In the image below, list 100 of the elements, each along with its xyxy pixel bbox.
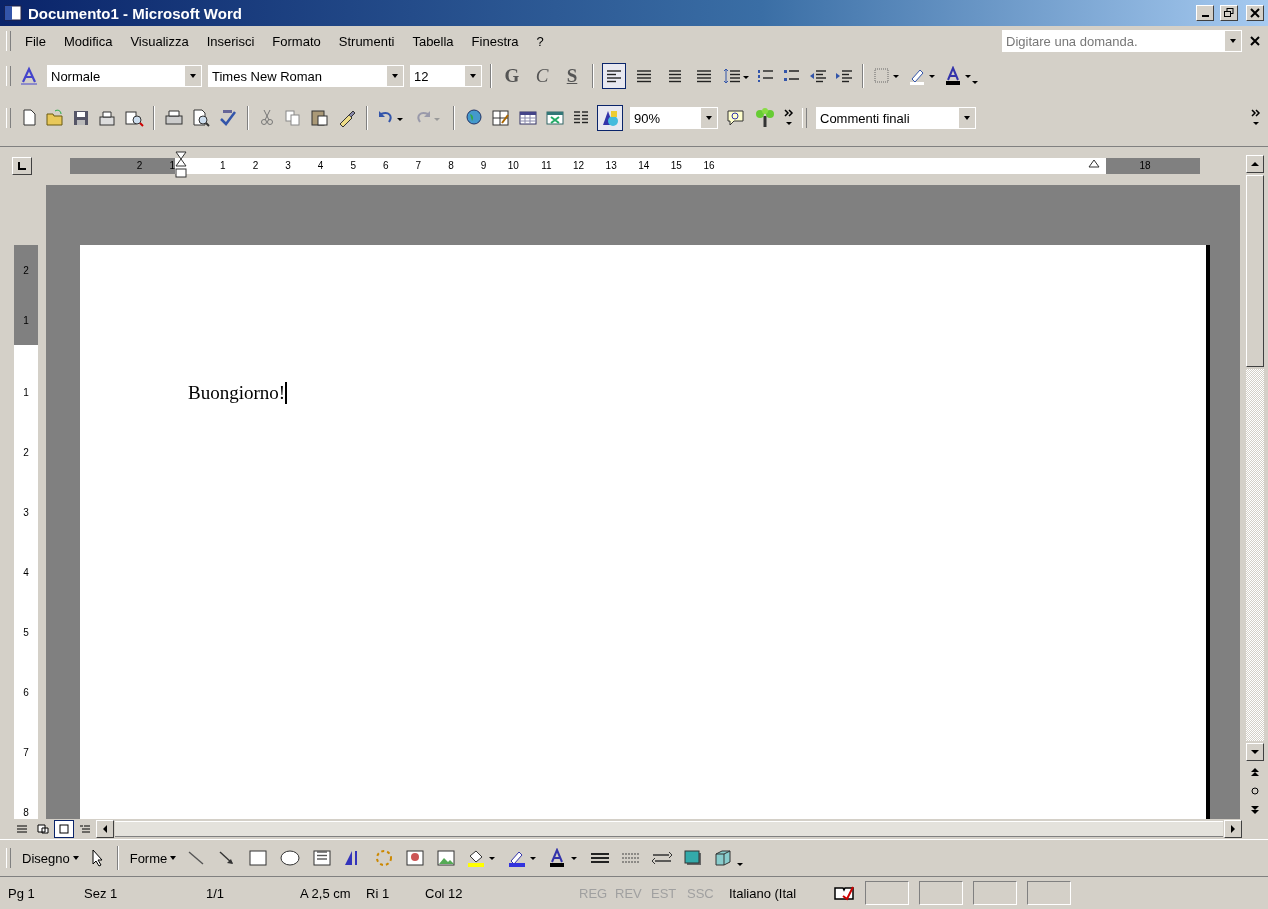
menu-item[interactable]: ? xyxy=(530,33,550,49)
text-style-button[interactable]: G xyxy=(500,63,524,89)
ruler-number: 6 xyxy=(382,159,389,173)
ruler-number: 2 xyxy=(135,159,143,173)
ruler-number: 14 xyxy=(637,159,650,173)
print-layout-icon[interactable] xyxy=(54,820,74,838)
menu-item[interactable]: Finestra xyxy=(465,33,525,49)
ruler-number: 1 xyxy=(219,159,226,173)
line-spacing-icon[interactable] xyxy=(722,67,750,85)
plant-icon[interactable] xyxy=(754,108,776,128)
previous-page-icon[interactable] xyxy=(1251,767,1259,777)
close-icon[interactable] xyxy=(1248,34,1262,48)
scroll-left-button[interactable] xyxy=(96,820,114,838)
ruler-number: 16 xyxy=(702,159,715,173)
scroll-up-button[interactable] xyxy=(1246,155,1264,173)
ruler-number: 4 xyxy=(23,567,29,579)
clip-art-icon[interactable] xyxy=(404,848,427,868)
browse-object-icon[interactable] xyxy=(1251,787,1259,795)
tab-selector-button[interactable] xyxy=(12,157,32,175)
image-icon[interactable] xyxy=(435,848,458,868)
ruler-number: 11 xyxy=(540,159,552,173)
display-dropdown[interactable]: Commenti finali xyxy=(816,107,976,129)
ruler-number: 12 xyxy=(572,159,585,173)
globe-icon[interactable] xyxy=(464,108,484,128)
align-center-icon xyxy=(635,67,653,85)
numbered-list-icon[interactable] xyxy=(756,67,776,85)
dropdown-button[interactable] xyxy=(1225,31,1241,51)
minimize-button[interactable] xyxy=(1196,5,1214,21)
font-size-dropdown[interactable]: 12 xyxy=(410,65,482,87)
menu-item[interactable]: Visualizza xyxy=(124,33,195,49)
rectangle-icon[interactable] xyxy=(247,848,270,868)
scroll-right-button[interactable] xyxy=(1224,820,1242,838)
caret-icon xyxy=(170,856,177,860)
next-page-icon[interactable] xyxy=(1251,805,1259,815)
horizontal-scrollbar[interactable] xyxy=(115,821,1223,837)
ruler-number: 6 xyxy=(23,687,29,699)
text-style-button[interactable]: C xyxy=(530,63,554,89)
document-text: Buongiorno! xyxy=(188,381,286,405)
ruler-number: 8 xyxy=(447,159,454,173)
ruler-number: 1 xyxy=(23,387,29,399)
restore-button[interactable] xyxy=(1220,5,1238,21)
font-dropdown[interactable]: Times New Roman xyxy=(208,65,404,87)
word-app-icon xyxy=(4,4,22,22)
menu-item[interactable]: Tabella xyxy=(406,33,460,49)
printer-icon[interactable] xyxy=(164,108,184,128)
table-icon[interactable] xyxy=(518,108,538,128)
left-arrow-icon xyxy=(102,825,108,833)
scroll-down-button[interactable] xyxy=(1246,743,1264,761)
oval-icon[interactable] xyxy=(278,848,303,868)
draw-menu-button[interactable]: Disegno xyxy=(22,850,70,866)
document-page[interactable]: Buongiorno! xyxy=(80,245,1210,819)
view-icon xyxy=(58,824,70,834)
magnifier-document-icon[interactable] xyxy=(124,108,144,128)
document-map-button[interactable] xyxy=(597,105,623,131)
style-dropdown[interactable]: Normale xyxy=(47,65,202,87)
ruler-number: 7 xyxy=(414,159,422,173)
status-pane xyxy=(1027,881,1071,905)
table-pencil-icon[interactable] xyxy=(491,108,511,128)
ruler-number: 3 xyxy=(23,507,29,519)
menu-item[interactable]: File xyxy=(19,33,52,49)
text-cursor xyxy=(285,382,288,404)
menu-item[interactable]: Strumenti xyxy=(332,33,401,49)
indent-marker-icon[interactable] xyxy=(1088,158,1100,168)
close-button[interactable] xyxy=(1246,5,1264,21)
book-check-icon xyxy=(833,885,855,901)
menu-item[interactable]: Formato xyxy=(266,33,327,49)
menu-item[interactable]: Inserisci xyxy=(200,33,261,49)
ruler-number: 7 xyxy=(23,747,29,759)
clipboard-icon[interactable] xyxy=(310,108,330,128)
shapes-menu-button[interactable]: Forme xyxy=(129,850,168,866)
help-question-box[interactable]: Digitare una domanda. xyxy=(1002,30,1242,52)
cube-icon[interactable] xyxy=(713,848,744,868)
align-left-icon xyxy=(605,67,623,85)
font-color-icon[interactable] xyxy=(944,66,978,86)
indent-marker-icon[interactable] xyxy=(175,151,187,179)
status-text: Pg 1 xyxy=(8,885,36,901)
view-icon xyxy=(37,824,49,834)
paintbrush-icon[interactable] xyxy=(337,108,357,128)
scroll-thumb[interactable] xyxy=(1246,175,1264,367)
new-document-icon[interactable] xyxy=(20,108,38,128)
spreadsheet-icon[interactable] xyxy=(545,108,565,128)
menu-item[interactable]: Modifica xyxy=(57,33,119,49)
text-box-icon[interactable] xyxy=(311,848,334,868)
spelling-check-icon[interactable] xyxy=(218,108,238,128)
ruler-number: 10 xyxy=(506,159,519,173)
increase-indent-icon[interactable] xyxy=(834,67,854,85)
ruler-number: 8 xyxy=(23,807,29,819)
help-bubble-icon[interactable] xyxy=(725,108,747,128)
zoom-dropdown[interactable]: 90% xyxy=(630,107,718,129)
justify-icon xyxy=(695,67,713,85)
ruler-number: 2 xyxy=(23,265,29,277)
decrease-indent-icon[interactable] xyxy=(808,67,828,85)
text-style-button[interactable]: S xyxy=(560,63,584,89)
right-arrow-icon xyxy=(1230,825,1236,833)
print-preview-icon[interactable] xyxy=(191,108,211,128)
status-text: 1/1 xyxy=(206,885,226,901)
up-arrow-icon xyxy=(1251,161,1259,167)
caret-icon xyxy=(72,856,79,860)
alignment-button[interactable] xyxy=(602,63,626,89)
ruler-number: 5 xyxy=(349,159,356,173)
